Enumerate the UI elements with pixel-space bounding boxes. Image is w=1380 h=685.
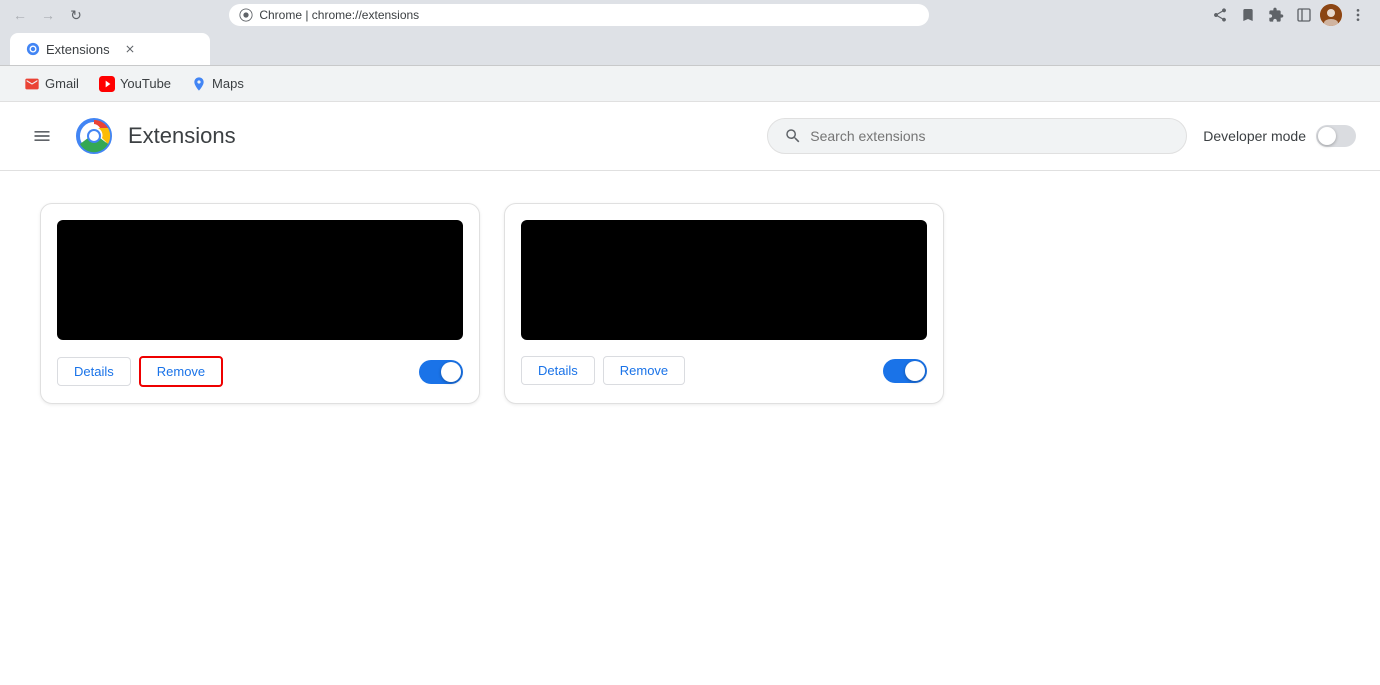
extension-thumbnail-2 — [521, 220, 927, 340]
profile-avatar[interactable] — [1320, 4, 1342, 26]
gmail-icon — [24, 76, 40, 92]
developer-mode-toggle-container: Developer mode — [1203, 125, 1356, 147]
developer-mode-toggle[interactable] — [1316, 125, 1356, 147]
tab-close-icon[interactable] — [124, 43, 136, 55]
page-content: Extensions Developer mode Details Remove… — [0, 102, 1380, 685]
menu-button[interactable] — [24, 118, 60, 154]
share-button[interactable] — [1208, 3, 1232, 27]
developer-mode-label: Developer mode — [1203, 128, 1306, 144]
bookmark-button[interactable] — [1236, 3, 1260, 27]
bookmark-gmail[interactable]: Gmail — [16, 72, 87, 96]
bookmark-maps[interactable]: Maps — [183, 72, 252, 96]
extension-toggle-2[interactable] — [883, 359, 927, 383]
address-text: Chrome | chrome://extensions — [259, 8, 919, 22]
search-icon — [784, 127, 802, 145]
maps-icon — [191, 76, 207, 92]
extensions-button[interactable] — [1264, 3, 1288, 27]
extension-actions-1: Details Remove — [57, 356, 463, 387]
bookmarks-bar: Gmail YouTube Maps — [0, 66, 1380, 102]
active-tab[interactable]: Extensions — [10, 33, 210, 65]
bookmark-youtube-label: YouTube — [120, 76, 171, 91]
chrome-menu-button[interactable] — [1346, 3, 1370, 27]
details-button-2[interactable]: Details — [521, 356, 595, 385]
youtube-icon — [99, 76, 115, 92]
remove-button-1[interactable]: Remove — [139, 356, 223, 387]
sidebar-button[interactable] — [1292, 3, 1316, 27]
remove-button-2[interactable]: Remove — [603, 356, 685, 385]
address-bar-icon — [239, 8, 253, 22]
reload-button[interactable]: ↻ — [66, 5, 86, 25]
bookmark-maps-label: Maps — [212, 76, 244, 91]
browser-titlebar: ← → ↻ Chrome | chrome://extensions — [0, 0, 1380, 30]
extensions-header: Extensions Developer mode — [0, 102, 1380, 171]
extension-card-1: Details Remove — [40, 203, 480, 404]
extension-thumbnail-1 — [57, 220, 463, 340]
tab-favicon — [26, 42, 40, 56]
extension-toggle-1[interactable] — [419, 360, 463, 384]
forward-button[interactable]: → — [38, 5, 58, 25]
bookmark-youtube[interactable]: YouTube — [91, 72, 179, 96]
search-input[interactable] — [810, 128, 1170, 144]
address-bar[interactable]: Chrome | chrome://extensions — [229, 4, 929, 26]
bookmark-gmail-label: Gmail — [45, 76, 79, 91]
back-button[interactable]: ← — [10, 5, 30, 25]
details-button-1[interactable]: Details — [57, 357, 131, 386]
chrome-logo — [76, 118, 112, 154]
extension-actions-2: Details Remove — [521, 356, 927, 385]
extension-card-2: Details Remove — [504, 203, 944, 404]
browser-actions — [1208, 3, 1370, 27]
search-box[interactable] — [767, 118, 1187, 154]
page-title: Extensions — [128, 123, 751, 149]
tab-title: Extensions — [46, 42, 110, 57]
tab-bar: Extensions — [0, 30, 1380, 66]
extensions-grid: Details Remove Details Remove — [0, 171, 1380, 436]
